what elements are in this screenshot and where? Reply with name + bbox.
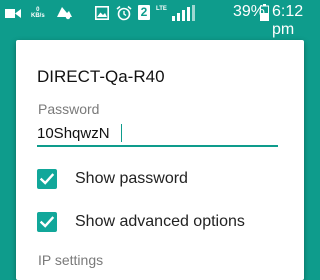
password-label: Password	[38, 101, 100, 117]
network-name: DIRECT-Qa-R40	[37, 67, 165, 86]
show-advanced-option[interactable]: Show advanced options	[36, 210, 286, 236]
sim-icon: 2	[138, 5, 150, 20]
battery-icon	[260, 4, 269, 21]
ip-settings-label: IP settings	[38, 252, 104, 268]
alarm-icon	[116, 5, 132, 21]
show-password-option[interactable]: Show password	[36, 167, 286, 193]
show-advanced-checkbox[interactable]	[37, 212, 57, 232]
status-bar: 0 KB/s 2 LTE 39% 6:12 pm	[0, 0, 320, 38]
checkmark-icon	[39, 216, 55, 228]
show-advanced-label: Show advanced options	[75, 213, 245, 230]
notification-icon	[57, 7, 72, 20]
show-password-checkbox[interactable]	[37, 169, 57, 189]
clock: 6:12 pm	[272, 3, 304, 38]
text-cursor	[121, 124, 122, 142]
gallery-icon	[95, 6, 109, 20]
password-input[interactable]	[37, 121, 278, 147]
signal-icon	[172, 5, 195, 21]
network-type: LTE	[156, 6, 167, 12]
wifi-connect-dialog: DIRECT-Qa-R40 Password Show password Sho…	[16, 40, 304, 280]
video-icon	[5, 9, 21, 18]
network-speed-icon: 0 KB/s	[31, 7, 45, 19]
show-password-label: Show password	[75, 170, 188, 187]
checkmark-icon	[39, 173, 55, 185]
